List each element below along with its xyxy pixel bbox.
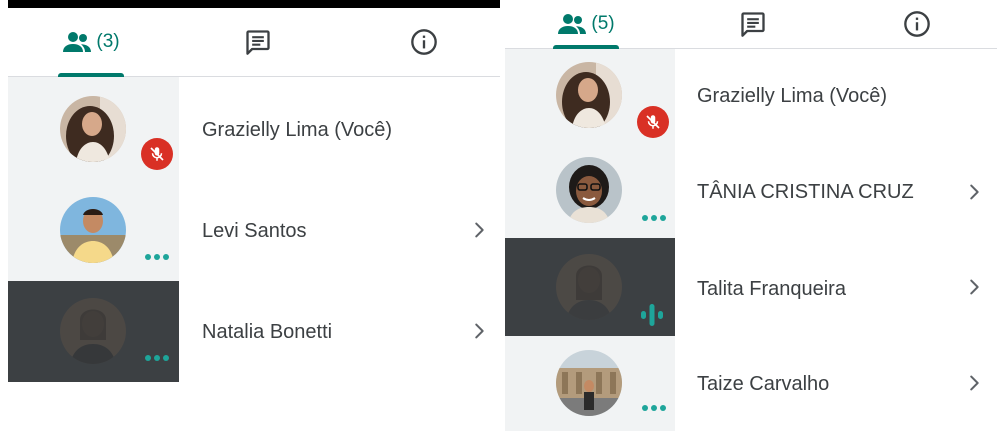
people-icon (558, 14, 587, 34)
video-tile (8, 77, 179, 181)
activity-dots-icon (642, 215, 666, 221)
chevron-right-icon[interactable] (468, 320, 490, 342)
tab-info[interactable] (897, 0, 937, 48)
tab-chat[interactable] (731, 0, 775, 48)
top-bar (8, 0, 500, 8)
video-tile (505, 49, 675, 145)
activity-dots-icon (145, 355, 169, 361)
participant-name: Talita Franqueira (697, 278, 846, 300)
video-tile (8, 281, 179, 382)
participant-row[interactable]: Levi Santos (8, 181, 500, 281)
tab-people[interactable]: (3) (58, 8, 124, 77)
participants-panel-right: (5) Grazielly Lima (Você) TÂNIA CRISTINA… (505, 0, 997, 442)
activity-dots-icon (145, 254, 169, 260)
chat-icon (246, 30, 270, 55)
video-tile (505, 336, 675, 431)
avatar (556, 350, 622, 416)
video-tile (8, 181, 179, 281)
participant-count: (3) (96, 31, 120, 52)
people-icon (63, 32, 92, 52)
speaking-icon (641, 304, 663, 326)
avatar (556, 62, 622, 128)
participant-row[interactable]: Grazielly Lima (Você) (8, 77, 500, 181)
participant-row[interactable]: Natalia Bonetti (8, 281, 500, 382)
avatar (556, 157, 622, 223)
chevron-right-icon[interactable] (963, 181, 985, 203)
participants-panel-left: (3) Grazielly Lima (Você) Levi Santos Na… (8, 0, 500, 442)
participant-name: Levi Santos (202, 220, 307, 242)
participant-name: Natalia Bonetti (202, 321, 333, 343)
video-tile (505, 145, 675, 238)
avatar (60, 197, 126, 263)
participant-row[interactable]: Grazielly Lima (Você) (505, 49, 997, 145)
tab-chat[interactable] (236, 8, 280, 76)
tab-bar: (3) (8, 8, 500, 77)
chevron-right-icon[interactable] (963, 372, 985, 394)
avatar (60, 298, 126, 364)
chevron-right-icon[interactable] (468, 219, 490, 241)
info-icon (904, 11, 930, 37)
participant-name: Taize Carvalho (697, 373, 830, 395)
avatar (556, 254, 622, 320)
tab-info[interactable] (404, 8, 444, 76)
chat-icon (741, 12, 765, 37)
avatar (60, 96, 126, 162)
participant-name: Grazielly Lima (Você) (202, 119, 393, 141)
participant-count: (5) (591, 13, 615, 34)
video-tile (505, 238, 675, 336)
participant-row[interactable]: TÂNIA CRISTINA CRUZ (505, 145, 997, 238)
tab-people[interactable]: (5) (553, 0, 619, 49)
tab-bar: (5) (505, 0, 997, 49)
mic-off-icon (637, 106, 669, 138)
participant-row[interactable]: Taize Carvalho (505, 336, 997, 431)
activity-dots-icon (642, 405, 666, 411)
participant-name: Grazielly Lima (Você) (697, 85, 888, 107)
participant-name: TÂNIA CRISTINA CRUZ (697, 181, 914, 203)
info-icon (411, 29, 437, 55)
mic-off-icon (141, 138, 173, 170)
participant-row[interactable]: Talita Franqueira (505, 238, 997, 336)
chevron-right-icon[interactable] (963, 276, 985, 298)
